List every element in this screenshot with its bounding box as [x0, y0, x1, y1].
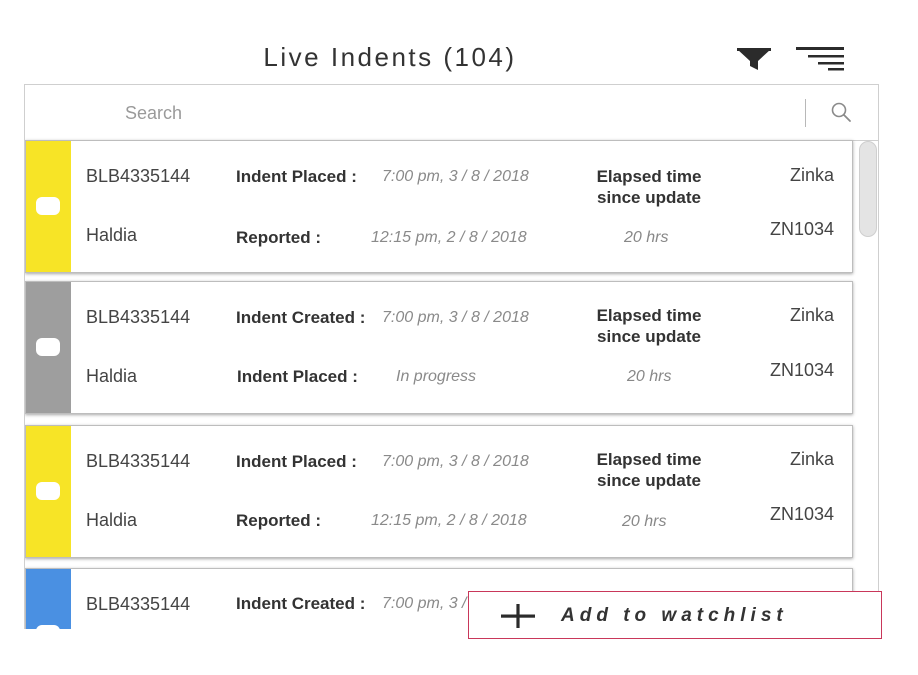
indent-card[interactable]: BLB4335144 Haldia Indent Placed : 7:00 p…	[25, 140, 853, 273]
search-divider	[805, 99, 806, 127]
filter-icon[interactable]	[736, 46, 772, 72]
page-title: Live Indents (104)	[263, 42, 517, 72]
status-label: Indent Created :	[236, 308, 366, 327]
status-time: In progress	[396, 368, 477, 385]
status-label: Indent Placed :	[237, 367, 358, 386]
add-to-watchlist-button[interactable]: Add to watchlist	[468, 591, 882, 639]
select-checkbox[interactable]	[36, 338, 60, 356]
plus-icon	[501, 604, 535, 628]
indent-card[interactable]: BLB4335144 Haldia Indent Created : 7:00 …	[25, 281, 853, 414]
status-time: 7:00 pm, 3 /	[382, 595, 467, 612]
elapsed-label: Elapsed time since update	[596, 450, 702, 490]
elapsed-value: 20 hrs	[627, 368, 672, 385]
elapsed-label: Elapsed time since update	[596, 306, 702, 346]
status-time: 12:15 pm, 2 / 8 / 2018	[371, 512, 527, 529]
status-time: 7:00 pm, 3 / 8 / 2018	[382, 168, 529, 185]
watchlist-label: Add to watchlist	[561, 605, 788, 626]
indent-list-panel: BLB4335144 Haldia Indent Placed : 7:00 p…	[24, 84, 879, 629]
indent-card[interactable]: BLB4335144 Haldia Indent Placed : 7:00 p…	[25, 425, 853, 558]
indent-id: BLB4335144	[86, 594, 191, 614]
location: Haldia	[86, 225, 138, 245]
status-time: 7:00 pm, 3 / 8 / 2018	[382, 453, 529, 470]
status-label: Reported :	[236, 511, 321, 530]
company-code: ZN1034	[769, 360, 834, 380]
location: Haldia	[86, 510, 138, 530]
status-label: Indent Placed :	[236, 452, 357, 471]
search-bar	[25, 85, 878, 141]
status-time: 12:15 pm, 2 / 8 / 2018	[371, 229, 527, 246]
elapsed-value: 20 hrs	[622, 513, 667, 530]
elapsed-label: Elapsed time since update	[596, 167, 702, 207]
indent-id: BLB4335144	[86, 166, 191, 186]
company-name: Zinka	[789, 449, 834, 469]
select-checkbox[interactable]	[36, 482, 60, 500]
company-code: ZN1034	[769, 219, 834, 239]
select-checkbox[interactable]	[36, 625, 60, 629]
company-code: ZN1034	[769, 504, 834, 524]
indent-id: BLB4335144	[86, 451, 191, 471]
company-name: Zinka	[789, 165, 834, 185]
status-stripe	[26, 569, 71, 629]
status-time: 7:00 pm, 3 / 8 / 2018	[382, 309, 529, 326]
search-input[interactable]	[125, 99, 725, 127]
search-icon[interactable]	[830, 101, 852, 123]
status-label: Reported :	[236, 228, 321, 247]
company-name: Zinka	[789, 305, 834, 325]
elapsed-value: 20 hrs	[624, 229, 669, 246]
menu-sort-icon[interactable]	[796, 46, 844, 72]
status-label: Indent Created :	[236, 594, 366, 613]
scrollbar-thumb[interactable]	[859, 141, 877, 237]
status-label: Indent Placed :	[236, 167, 357, 186]
select-checkbox[interactable]	[36, 197, 60, 215]
indent-id: BLB4335144	[86, 307, 191, 327]
location: Haldia	[86, 366, 138, 386]
